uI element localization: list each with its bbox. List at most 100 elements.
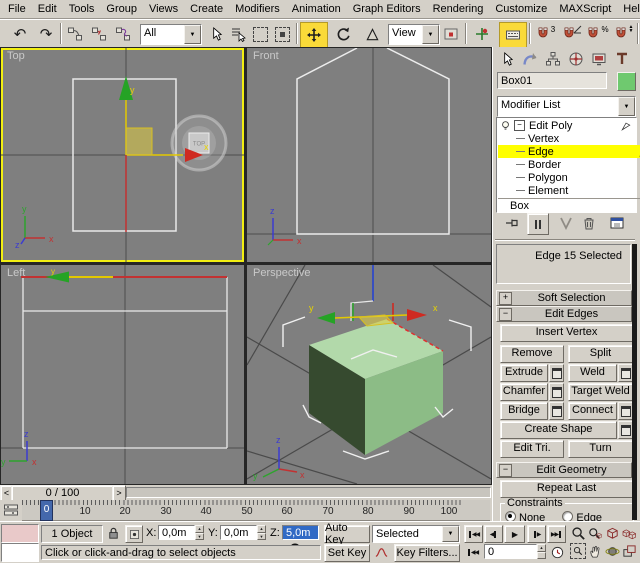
object-name-field[interactable] [497, 72, 607, 89]
create-shape-settings-button[interactable] [618, 421, 633, 439]
previous-frame-button[interactable]: ◀ [484, 525, 503, 543]
chamfer-settings-button[interactable] [549, 383, 564, 401]
weld-settings-button[interactable] [618, 364, 633, 382]
repeat-last-button[interactable]: Repeat Last [500, 480, 633, 498]
next-frame-button[interactable]: ▶ [527, 525, 546, 543]
viewport-front[interactable]: Front z x [247, 48, 491, 262]
current-frame-marker[interactable]: 0 [40, 500, 53, 521]
rollout-soft-selection[interactable]: + Soft Selection [496, 290, 632, 306]
menu-create[interactable]: Create [184, 2, 229, 16]
dropdown-arrow-icon[interactable]: ▼ [442, 526, 459, 542]
menu-help[interactable]: Help [617, 2, 640, 16]
menu-edit[interactable]: Edit [32, 2, 63, 16]
stack-item-vertex[interactable]: Vertex [498, 132, 640, 145]
bridge-button[interactable]: Bridge [500, 402, 548, 420]
time-configuration-button[interactable] [548, 544, 566, 560]
time-slider-track[interactable] [126, 487, 491, 498]
keyboard-override-toggle[interactable] [499, 22, 527, 48]
connect-button[interactable]: Connect [568, 402, 617, 420]
y-spinner[interactable]: ▲▼ [257, 525, 266, 540]
region-zoom-button[interactable] [570, 543, 586, 559]
rollout-edit-geometry[interactable]: − Edit Geometry [496, 462, 632, 478]
tab-modify[interactable] [519, 49, 541, 69]
tab-hierarchy[interactable] [542, 49, 564, 69]
stack-item-polygon[interactable]: Polygon [498, 171, 640, 184]
menu-graph-editors[interactable]: Graph Editors [347, 2, 427, 16]
split-button[interactable]: Split [568, 345, 633, 363]
default-tangent-button[interactable] [372, 544, 390, 560]
maxscript-macro-recorder[interactable] [1, 543, 39, 562]
collapse-icon[interactable]: − [499, 308, 512, 321]
tab-utilities[interactable] [611, 49, 633, 69]
z-coordinate-field[interactable]: 5,0m [282, 525, 319, 540]
menu-animation[interactable]: Animation [286, 2, 347, 16]
menu-views[interactable]: Views [143, 2, 184, 16]
menu-customize[interactable]: Customize [489, 2, 553, 16]
viewport-top-label[interactable]: Top [7, 50, 25, 62]
set-key-button[interactable]: Set Key [324, 544, 370, 562]
key-filters-button[interactable]: Key Filters... [394, 544, 460, 562]
viewport-perspective[interactable]: Perspective [247, 265, 491, 484]
selection-filter-dropdown[interactable]: All ▼ [140, 24, 202, 45]
link-button[interactable] [64, 22, 86, 46]
menu-maxscript[interactable]: MAXScript [553, 2, 617, 16]
stack-item-border[interactable]: Border [498, 158, 640, 171]
extrude-settings-button[interactable] [549, 364, 564, 382]
turn-button[interactable]: Turn [568, 440, 633, 458]
selection-set-dropdown[interactable]: Selected ▼ [372, 525, 460, 543]
dropdown-arrow-icon[interactable]: ▼ [184, 25, 201, 44]
go-to-end-button[interactable]: ▶▶ [547, 525, 566, 543]
select-and-rotate-button[interactable] [330, 22, 356, 46]
viewport-left-label[interactable]: Left [7, 267, 25, 279]
zoom-all-button[interactable] [587, 525, 603, 541]
select-and-manipulate-button[interactable] [470, 22, 494, 46]
collapse-icon[interactable]: − [514, 120, 525, 131]
menu-rendering[interactable]: Rendering [427, 2, 490, 16]
undo-button[interactable]: ↶ [8, 22, 32, 46]
create-shape-button[interactable]: Create Shape [500, 421, 617, 439]
remove-button[interactable]: Remove [500, 345, 564, 363]
min-max-toggle-button[interactable] [621, 543, 637, 559]
zoom-extents-button[interactable] [604, 525, 620, 541]
insert-vertex-button[interactable]: Insert Vertex [500, 324, 633, 342]
zoom-extents-all-button[interactable] [621, 525, 637, 541]
x-spinner[interactable]: ▲▼ [195, 525, 204, 540]
mini-curve-editor-button[interactable] [2, 501, 20, 519]
remove-modifier-button[interactable] [578, 213, 600, 233]
make-unique-button[interactable] [555, 213, 577, 233]
reference-coordinate-dropdown[interactable]: View ▼ [388, 24, 440, 45]
object-color-swatch[interactable] [617, 72, 636, 91]
target-weld-button[interactable]: Target Weld [568, 383, 633, 401]
time-slider-handle[interactable]: 0 / 100 [11, 485, 114, 501]
collapse-icon[interactable]: − [499, 464, 512, 477]
stack-item-box[interactable]: Box [498, 198, 640, 212]
stack-item-element[interactable]: Element [498, 184, 640, 197]
use-pivot-center-button[interactable] [440, 22, 462, 46]
weld-button[interactable]: Weld [568, 364, 617, 382]
selection-region-button[interactable] [250, 22, 270, 46]
redo-button[interactable]: ↷ [34, 22, 58, 46]
absolute-offset-toggle[interactable] [125, 525, 143, 543]
selection-lock-toggle[interactable] [105, 525, 121, 541]
menu-tools[interactable]: Tools [63, 2, 101, 16]
snaps-toggle-button[interactable]: 3 [533, 22, 557, 46]
viewport-front-label[interactable]: Front [253, 50, 279, 62]
go-to-start-button[interactable]: ◀◀ [464, 525, 483, 543]
percent-snap-button[interactable]: % [585, 22, 609, 46]
stack-item-edge-selected[interactable]: Edge [498, 145, 640, 158]
show-end-result-button[interactable] [527, 213, 549, 235]
arc-rotate-button[interactable] [604, 543, 620, 559]
viewport-left[interactable]: Left y z [1, 265, 244, 484]
key-mode-toggle[interactable]: ◀◀ [464, 544, 481, 560]
tab-motion[interactable] [565, 49, 587, 69]
viewport-perspective-label[interactable]: Perspective [253, 267, 310, 279]
modifier-list-dropdown[interactable]: Modifier List ▼ [497, 96, 636, 117]
pan-button[interactable] [587, 543, 603, 559]
dropdown-arrow-icon[interactable]: ▼ [422, 25, 439, 44]
expand-icon[interactable]: + [499, 292, 512, 305]
spinner-snap-button[interactable]: ▲▼ [611, 22, 635, 46]
y-coordinate-field[interactable]: 0,0m [220, 525, 257, 540]
menu-file[interactable]: File [2, 2, 32, 16]
configure-modifier-sets-button[interactable] [606, 213, 628, 233]
chamfer-button[interactable]: Chamfer [500, 383, 548, 401]
